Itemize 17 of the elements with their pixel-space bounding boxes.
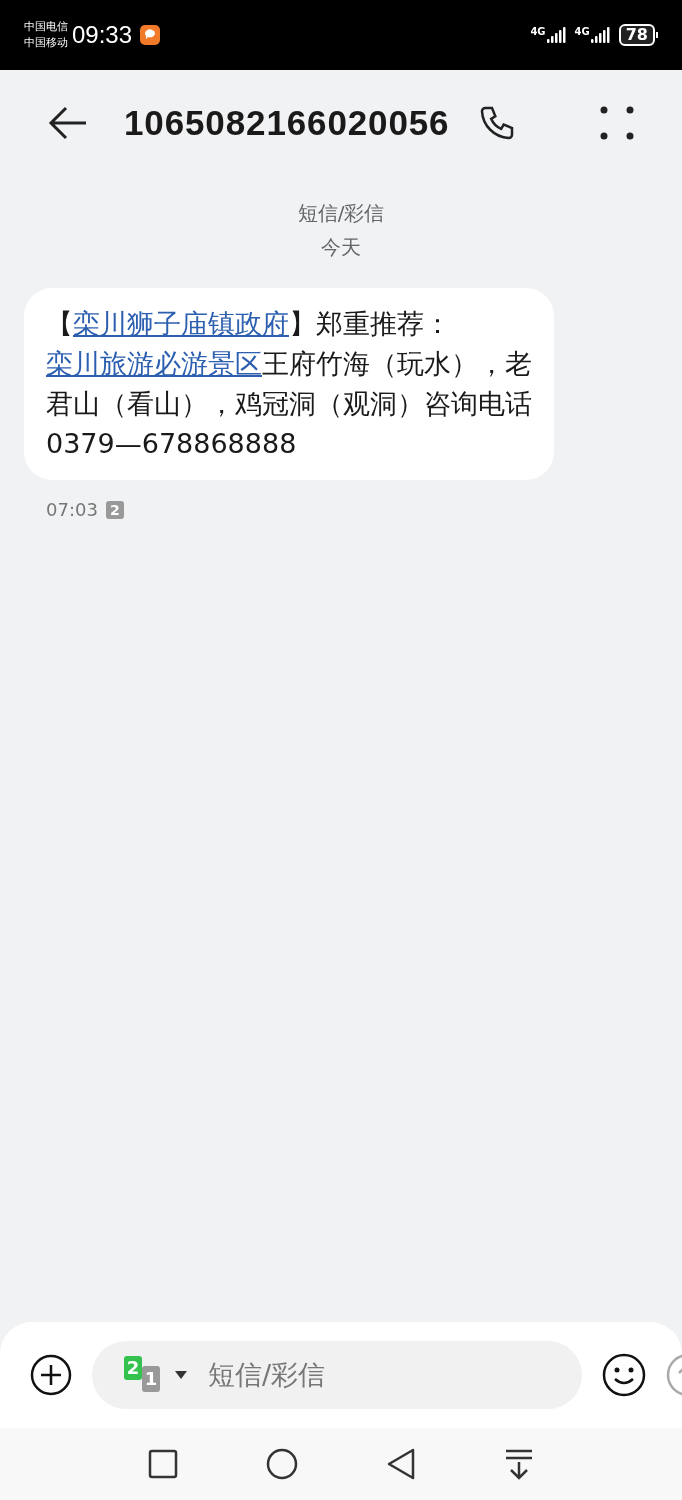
message-link[interactable]: 栾川旅游必游景区 — [46, 348, 262, 379]
message-link[interactable]: 栾川狮子庙镇政府 — [73, 308, 289, 339]
sim-badge: 2 — [105, 500, 124, 519]
network-type-label: 4G — [574, 27, 590, 37]
sim-back-icon: 1 — [142, 1366, 160, 1392]
message-field[interactable]: 短信/彩信 — [208, 1354, 550, 1396]
message-text: 【栾川狮子庙镇政府】郑重推荐： 栾川旅游必游景区王府竹海（玩水），老君山（看山），鸡冠洞（观洞）咨询电话 0379—678868888 — [46, 307, 532, 461]
clock: 09:33 — [72, 20, 133, 50]
conversation-title: 1065082166020056 — [124, 101, 450, 144]
battery-indicator: 78 — [618, 24, 655, 46]
carrier-label: 中国移动 — [24, 35, 68, 51]
network-type-label: 4G — [530, 27, 546, 37]
sim-front-icon: 2 — [124, 1356, 142, 1380]
channel-label: 短信/彩信 — [297, 200, 385, 227]
date-label: 今天 — [321, 234, 361, 261]
carrier-label: 中国电信 — [24, 19, 68, 35]
message-time: 07:03 — [46, 498, 98, 522]
